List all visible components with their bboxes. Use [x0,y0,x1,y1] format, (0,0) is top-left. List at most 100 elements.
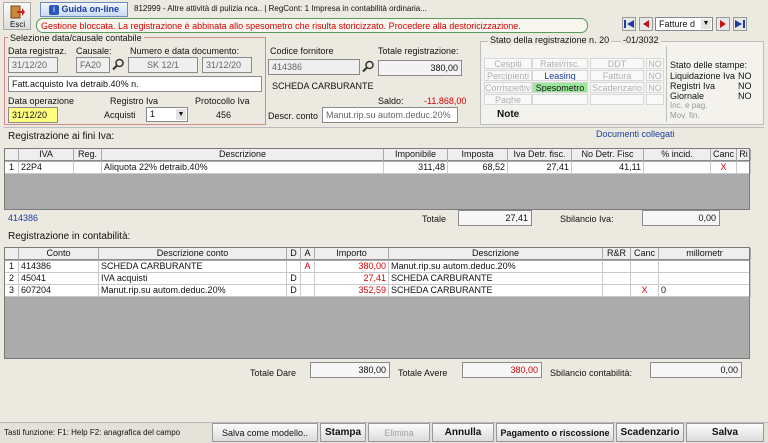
column-header: Descrizione [102,149,384,161]
linked-documents-link[interactable]: Documenti collegati [596,129,675,139]
table-cell[interactable] [287,261,301,273]
table-cell[interactable]: D [287,285,301,297]
operation-date-field[interactable]: 31/12/20 [8,107,58,123]
table-row[interactable]: 2 45041 IVA acquisti D 27,41 SCHEDA CARBURANT… [5,273,751,285]
company-header: 812999 - Altre attività di pulizia nca..… [134,4,427,13]
last-arrow-icon [735,20,745,28]
alert-text: Gestione bloccata. La registrazione è ab… [41,21,521,31]
column-header: Imponibile [384,149,448,161]
table-cell[interactable]: Manut.rip.su autom.deduc.20% [389,261,603,273]
chevron-down-icon: ▼ [701,19,711,29]
save-button[interactable]: Salva [686,423,764,442]
search-icon[interactable] [112,58,125,71]
table-cell[interactable] [301,285,315,297]
column-header: Iva Detr. fisc. [508,149,572,161]
table-cell[interactable]: 414386 [19,261,99,273]
status-cell: NO [646,82,664,93]
column-header: Descrizione conto [99,248,287,260]
table-row[interactable]: 3 607204 Manut.rip.su autom.deduc.20% D 352,… [5,285,751,297]
table-row[interactable]: 1 414386 SCHEDA CARBURANTE A 380,00 Manut.rip… [5,261,751,273]
table-cell[interactable]: 311,48 [384,162,448,174]
table-cell[interactable] [301,273,315,285]
table-cell[interactable]: 352,59 [315,285,389,297]
payment-button[interactable]: Pagamento o riscossione [496,423,614,442]
document-date-field[interactable]: 31/12/20 [202,57,252,73]
table-cell[interactable]: Aliquota 22% detraib.40% [102,162,384,174]
column-header: D [287,248,301,260]
exit-button[interactable]: Esci [3,2,31,30]
balance-value: -11.868,00 [424,96,467,106]
status-ref: -01/3032 [621,35,661,45]
account-description-label: Descr. conto [268,111,319,121]
table-cell[interactable]: Manut.rip.su autom.deduc.20% [99,285,287,297]
document-type-select[interactable]: Fatture d ▼ [655,17,713,31]
table-cell[interactable]: 22P4 [19,162,74,174]
balance-label: Saldo: [378,96,404,106]
causal-description-field[interactable]: Fatt.acquisto Iva detraib.40% n. [8,76,262,92]
column-header: R&R [603,248,631,260]
first-record-button[interactable] [622,17,636,31]
table-cell[interactable]: 607204 [19,285,99,297]
document-number-field[interactable]: SK 12/1 [128,57,198,73]
status-cell: Scadenzario [590,82,644,93]
table-cell[interactable]: 45041 [19,273,99,285]
next-record-button[interactable] [716,17,730,31]
vat-grid-header: IVA Reg. Descrizione Imponibile Imposta Iva D… [5,149,751,161]
total-registration-field[interactable]: 380,00 [378,60,462,76]
table-cell[interactable]: SCHEDA CARBURANTE [389,285,603,297]
table-cell[interactable]: 68,52 [448,162,508,174]
table-cell[interactable]: 380,00 [315,261,389,273]
guide-online-label: Guida on-line [61,4,120,15]
status-cell: Fattura [590,70,644,81]
guide-online-button[interactable]: i Guida on-line [40,2,128,17]
note-label: Note [497,109,520,120]
accounting-imbalance-field: 0,00 [650,362,742,378]
table-cell: 3 [5,285,19,297]
table-cell[interactable] [74,162,102,174]
prev-record-button[interactable] [639,17,653,31]
table-cell[interactable]: IVA acquisti [99,273,287,285]
accounting-grid: Conto Descrizione conto D A Importo Descrizio… [4,247,751,359]
registration-date-field[interactable]: 31/12/20 [8,57,58,73]
document-type-value: Fatture d [659,19,696,29]
status-cell: Paghe [484,94,532,105]
status-cell: NO [646,58,664,69]
schedule-button[interactable]: Scadenzario [616,423,684,442]
table-cell: 2 [5,273,19,285]
supplier-code-field[interactable]: 414386 [268,59,360,75]
total-dare-label: Totale Dare [250,368,297,378]
register-number-select[interactable]: 1 ▼ [146,107,188,122]
delete-row-button[interactable]: X [631,285,659,297]
last-record-button[interactable] [733,17,747,31]
status-cell: Cespiti [484,58,532,69]
causal-field[interactable]: FA20 [76,57,110,73]
save-as-template-button[interactable]: Salva come modello.. [212,423,318,442]
table-cell[interactable]: 27,41 [315,273,389,285]
table-cell [659,273,751,285]
column-header: % incid. [644,149,711,161]
accounting-grid-header: Conto Descrizione conto D A Importo Descrizio… [5,248,751,260]
delete-row-button[interactable]: X [711,162,737,174]
delete-button[interactable]: Elimina [368,423,430,442]
document-label: Numero e data documento: [130,46,240,56]
alert-banner: Gestione bloccata. La registrazione è ab… [36,18,588,33]
print-status-value: NO [738,71,752,81]
print-button[interactable]: Stampa [320,423,366,442]
table-cell[interactable]: SCHEDA CARBURANTE [99,261,287,273]
column-header: Imposta [448,149,508,161]
delete-row-button[interactable] [631,261,659,273]
cancel-button[interactable]: Annulla [432,423,494,442]
function-keys-hint: Tasti funzione: F1: Help F2: anagrafica … [4,428,181,437]
delete-row-button[interactable] [631,273,659,285]
account-description-field[interactable]: Manut.rip.su autom.deduc.20% [322,107,458,123]
table-cell[interactable]: SCHEDA CARBURANTE [389,273,603,285]
column-header: Importo [315,248,389,260]
search-icon[interactable] [362,60,375,73]
table-row[interactable]: 1 22P4 Aliquota 22% detraib.40% 311,48 68,52… [5,162,751,174]
table-cell[interactable]: A [301,261,315,273]
vat-grid: IVA Reg. Descrizione Imponibile Imposta Iva D… [4,148,751,210]
table-cell[interactable]: D [287,273,301,285]
chevron-down-icon: ▼ [176,109,186,120]
table-cell: 41,11 [572,162,644,174]
vat-imbalance-field: 0,00 [642,210,720,226]
